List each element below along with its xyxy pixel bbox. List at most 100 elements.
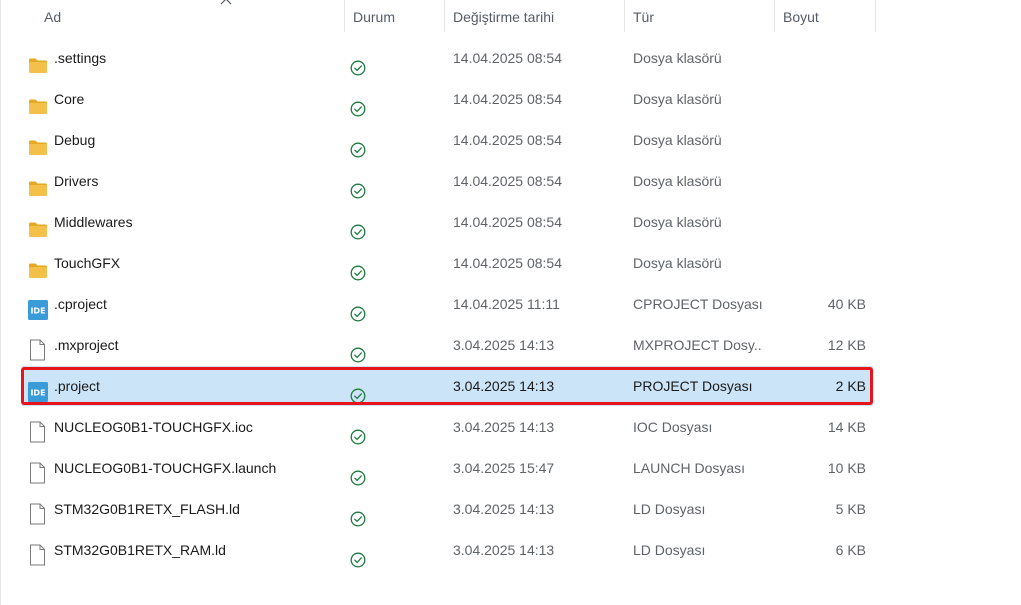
file-name[interactable]: .project bbox=[54, 366, 339, 406]
file-name[interactable]: Debug bbox=[54, 120, 339, 160]
file-name[interactable]: .settings bbox=[54, 38, 339, 78]
column-header-size[interactable]: Boyut bbox=[775, 0, 876, 32]
synced-check-icon bbox=[350, 379, 366, 404]
folder-icon bbox=[28, 254, 50, 278]
file-row[interactable]: IDE .project 3.04.2025 14:13 PROJECT Dosyas… bbox=[22, 366, 873, 406]
file-name[interactable]: TouchGFX bbox=[54, 243, 339, 283]
file-modified-date: 14.04.2025 08:54 bbox=[453, 91, 562, 107]
file-row[interactable]: NUCLEOG0B1-TOUCHGFX.ioc 3.04.2025 14:13 IO… bbox=[22, 407, 873, 447]
file-modified-date: 3.04.2025 14:13 bbox=[453, 419, 555, 435]
column-header-status[interactable]: Durum bbox=[345, 0, 445, 32]
sync-status-cell bbox=[350, 366, 370, 406]
column-header-size-label: Boyut bbox=[783, 9, 819, 25]
file-name[interactable]: NUCLEOG0B1-TOUCHGFX.ioc bbox=[54, 407, 339, 447]
file-icon-cell bbox=[28, 325, 50, 365]
file-row[interactable]: .mxproject 3.04.2025 14:13 MXPROJECT Dosy.… bbox=[22, 325, 873, 365]
blank-file-icon bbox=[28, 418, 50, 443]
file-type: LD Dosyası bbox=[633, 542, 706, 558]
sync-status-cell bbox=[350, 448, 370, 488]
file-type: MXPROJECT Dosy... bbox=[633, 337, 763, 353]
file-size bbox=[776, 120, 866, 160]
blank-file-icon bbox=[28, 541, 50, 566]
synced-check-icon bbox=[350, 174, 366, 199]
file-row[interactable]: NUCLEOG0B1-TOUCHGFX.launch 3.04.2025 15:4… bbox=[22, 448, 873, 488]
file-type: Dosya klasörü bbox=[633, 91, 722, 107]
file-name[interactable]: Middlewares bbox=[54, 202, 339, 242]
sync-status-cell bbox=[350, 407, 370, 447]
sync-status-cell bbox=[350, 284, 370, 324]
svg-text:IDE: IDE bbox=[30, 389, 45, 398]
file-modified-date: 3.04.2025 14:13 bbox=[453, 542, 555, 558]
file-type: Dosya klasörü bbox=[633, 214, 722, 230]
file-row[interactable]: IDE .cproject 14.04.2025 11:11 CPROJECT Dos… bbox=[22, 284, 873, 324]
file-modified-date: 3.04.2025 14:13 bbox=[453, 501, 555, 517]
file-icon-cell: IDE bbox=[28, 366, 50, 406]
file-row[interactable]: Middlewares 14.04.2025 08:54 Dosya klasörü bbox=[22, 202, 873, 242]
ide-file-icon: IDE bbox=[28, 295, 50, 320]
column-header-modified-label: Değiştirme tarihi bbox=[453, 9, 555, 25]
file-size bbox=[776, 79, 866, 119]
file-type: LAUNCH Dosyası bbox=[633, 460, 746, 476]
file-row[interactable]: STM32G0B1RETX_RAM.ld 3.04.2025 14:13 LD Do… bbox=[22, 530, 873, 570]
file-name[interactable]: Core bbox=[54, 79, 339, 119]
file-icon-cell bbox=[28, 530, 50, 570]
folder-icon bbox=[28, 90, 50, 114]
file-icon-cell: IDE bbox=[28, 284, 50, 324]
file-name[interactable]: .cproject bbox=[54, 284, 339, 324]
synced-check-icon bbox=[350, 543, 366, 568]
file-type: Dosya klasörü bbox=[633, 255, 722, 271]
sync-status-cell bbox=[350, 120, 370, 160]
file-type: IOC Dosyası bbox=[633, 419, 713, 435]
file-name[interactable]: Drivers bbox=[54, 161, 339, 201]
file-type: Dosya klasörü bbox=[633, 50, 722, 66]
synced-check-icon bbox=[350, 338, 366, 363]
file-icon-cell bbox=[28, 120, 50, 160]
file-row[interactable]: Drivers 14.04.2025 08:54 Dosya klasörü bbox=[22, 161, 873, 201]
sync-status-cell bbox=[350, 79, 370, 119]
folder-icon bbox=[28, 49, 50, 73]
synced-check-icon bbox=[350, 297, 366, 322]
file-name[interactable]: NUCLEOG0B1-TOUCHGFX.launch bbox=[54, 448, 339, 488]
sync-status-cell bbox=[350, 243, 370, 283]
file-icon-cell bbox=[28, 407, 50, 447]
folder-icon bbox=[28, 131, 50, 155]
file-row[interactable]: Core 14.04.2025 08:54 Dosya klasörü bbox=[22, 79, 873, 119]
synced-check-icon bbox=[350, 502, 366, 527]
file-row[interactable]: Debug 14.04.2025 08:54 Dosya klasörü bbox=[22, 120, 873, 160]
file-modified-date: 14.04.2025 11:11 bbox=[453, 296, 560, 312]
file-modified-date: 3.04.2025 15:47 bbox=[453, 460, 555, 476]
file-name[interactable]: STM32G0B1RETX_FLASH.ld bbox=[54, 489, 339, 529]
file-name[interactable]: STM32G0B1RETX_RAM.ld bbox=[54, 530, 339, 570]
file-icon-cell bbox=[28, 38, 50, 78]
file-row[interactable]: .settings 14.04.2025 08:54 Dosya klasörü bbox=[22, 38, 873, 78]
column-header-status-label: Durum bbox=[353, 9, 396, 25]
file-row[interactable]: TouchGFX 14.04.2025 08:54 Dosya klasörü bbox=[22, 243, 873, 283]
sync-status-cell bbox=[350, 489, 370, 529]
file-modified-date: 14.04.2025 08:54 bbox=[453, 214, 562, 230]
column-header-name[interactable]: Ad bbox=[35, 0, 345, 32]
column-header-modified[interactable]: Değiştirme tarihi bbox=[445, 0, 625, 32]
file-icon-cell bbox=[28, 243, 50, 283]
blank-file-icon bbox=[28, 500, 50, 525]
svg-text:IDE: IDE bbox=[30, 307, 45, 316]
file-icon-cell bbox=[28, 79, 50, 119]
sort-ascending-icon bbox=[220, 0, 232, 5]
file-size: 10 KB bbox=[827, 460, 866, 476]
synced-check-icon bbox=[350, 256, 366, 281]
file-type: CPROJECT Dosyası bbox=[633, 296, 763, 312]
sync-status-cell bbox=[350, 530, 370, 570]
sync-status-cell bbox=[350, 325, 370, 365]
blank-file-icon bbox=[28, 459, 50, 484]
file-modified-date: 14.04.2025 08:54 bbox=[453, 173, 562, 189]
file-row[interactable]: STM32G0B1RETX_FLASH.ld 3.04.2025 14:13 LD … bbox=[22, 489, 873, 529]
folder-icon bbox=[28, 213, 50, 237]
file-name[interactable]: .mxproject bbox=[54, 325, 339, 365]
file-size: 12 KB bbox=[827, 337, 866, 353]
file-size: 2 KB bbox=[835, 378, 866, 394]
synced-check-icon bbox=[350, 92, 366, 117]
file-type: Dosya klasörü bbox=[633, 173, 722, 189]
column-header-type[interactable]: Tür bbox=[625, 0, 775, 32]
file-size bbox=[776, 161, 866, 201]
column-header-type-label: Tür bbox=[633, 9, 654, 25]
file-icon-cell bbox=[28, 489, 50, 529]
